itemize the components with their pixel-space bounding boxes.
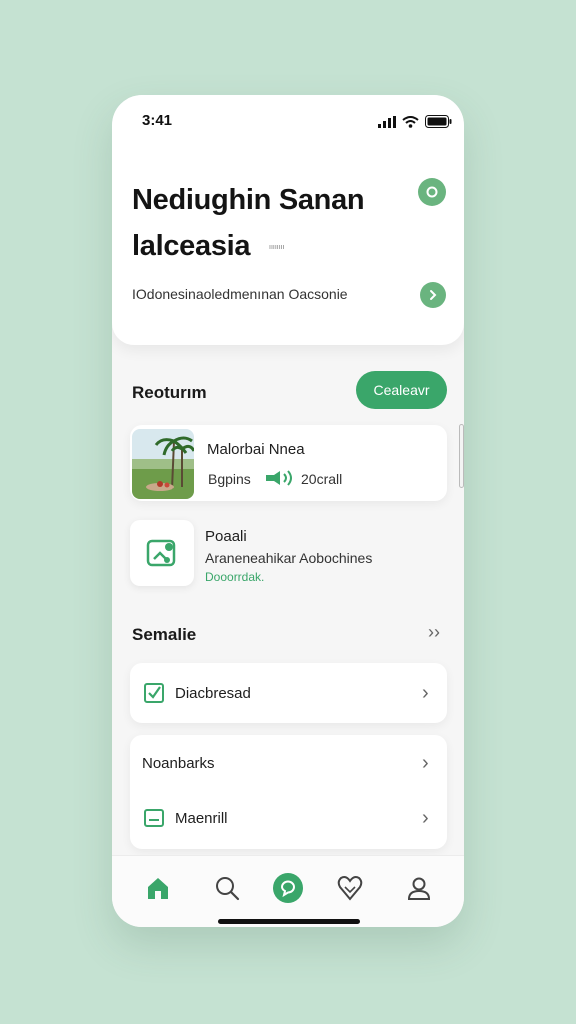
audio-icon [264,469,294,492]
status-time: 3:41 [142,112,173,129]
checkbox-icon [144,683,164,708]
section-title-recent: Reoturım [132,383,207,402]
item-thumbnail [132,429,194,499]
title-note: ıııııııı [269,244,285,251]
tab-profile[interactable] [401,870,437,906]
refresh-icon [426,186,438,198]
tab-home[interactable] [140,870,176,906]
section-title-settings: Semalie [132,625,197,644]
chevron-right-icon [430,290,437,300]
battery-icon [425,115,452,133]
section-more-link[interactable]: ›› [428,622,440,643]
create-button[interactable]: Cealeavr [356,371,447,409]
item-title: Malorbai Nnea [207,441,305,458]
item-status: Dooorrdak. [205,570,265,584]
home-indicator [218,919,360,924]
tab-chat[interactable] [270,870,306,906]
item-meta: Bgpins [208,471,251,487]
phone-screen: 3:41 Nediughin Sanan lalceasia ıııııııı … [112,95,464,927]
wifi-icon [402,115,419,133]
list-group [130,735,447,849]
chat-icon [273,873,303,903]
chevron-right-icon: › [422,807,429,829]
chevron-right-icon: › [422,682,429,704]
heart-icon [337,876,363,901]
top-action-button[interactable] [418,178,446,206]
folder-icon [144,808,164,833]
header-subtitle: IOdonesinaoledmenınan Oacsonie [132,286,348,302]
item-title: Poaali [205,528,247,545]
home-icon [148,878,168,899]
page-title-line1: Nediughin Sanan [132,184,365,216]
image-icon [146,539,176,567]
list-item-label: Diacbresad [175,685,251,702]
tab-favorites[interactable] [332,870,368,906]
subtitle-arrow-button[interactable] [420,282,446,308]
chevron-right-icon: › [422,752,429,774]
status-icons [378,115,452,133]
signal-icon [378,115,396,133]
list-item-label[interactable]: Maenrill [175,810,228,827]
item-icon-box[interactable] [130,520,194,586]
item-meta-2: 20crall [301,471,343,487]
status-bar: 3:41 [112,95,464,147]
item-description: Araneneahikar Aobochines [205,550,373,566]
page-title: Nediughin Sanan lalceasia [132,177,402,269]
tab-search[interactable] [209,870,245,906]
user-icon [407,877,431,900]
page-title-line2: lalceasia [132,230,251,262]
search-icon [216,877,240,901]
scroll-handle[interactable] [459,424,464,488]
list-item-label[interactable]: Noanbarks [142,755,215,772]
tab-bar [112,855,464,927]
